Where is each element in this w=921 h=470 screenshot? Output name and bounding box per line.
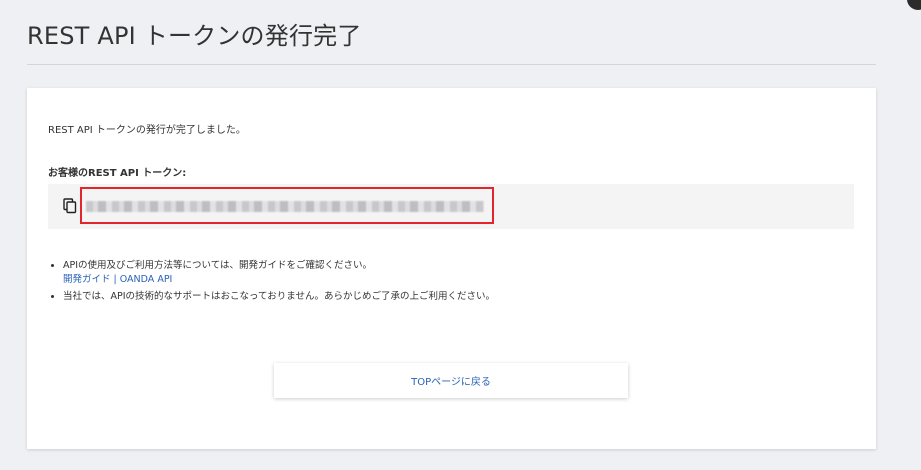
- token-value[interactable]: xxxx-xxxxxxxx-xxxxxxxxxxxxxxxx-xxxxxxxxx…: [86, 201, 484, 212]
- notes-list: APIの使用及びご利用方法等については、開発ガイドをご確認ください。 開発ガイド…: [48, 259, 843, 307]
- note-text-usage: APIの使用及びご利用方法等については、開発ガイドをご確認ください。: [63, 260, 373, 271]
- token-heading: お客様のREST API トークン:: [48, 168, 187, 179]
- corner-avatar: [907, 0, 921, 10]
- completion-message: REST API トークンの発行が完了しました。: [48, 125, 246, 136]
- title-divider: [27, 64, 876, 65]
- page-title: REST API トークンの発行完了: [27, 22, 362, 50]
- note-text-support: 当社では、APIの技術的なサポートはおこなっておりません。あらかじめご了承の上ご…: [63, 291, 495, 302]
- token-box: xxxx-xxxxxxxx-xxxxxxxxxxxxxxxx-xxxxxxxxx…: [48, 184, 854, 229]
- list-item: 当社では、APIの技術的なサポートはおこなっておりません。あらかじめご了承の上ご…: [63, 290, 843, 304]
- result-card: REST API トークンの発行が完了しました。 お客様のREST API トー…: [27, 88, 876, 449]
- list-item: APIの使用及びご利用方法等については、開発ガイドをご確認ください。 開発ガイド…: [63, 259, 843, 287]
- dev-guide-link[interactable]: 開発ガイド | OANDA API: [63, 274, 172, 285]
- copy-icon[interactable]: [63, 198, 77, 214]
- token-highlight-frame: xxxx-xxxxxxxx-xxxxxxxxxxxxxxxx-xxxxxxxxx…: [80, 187, 494, 224]
- back-to-top-button[interactable]: TOPページに戻る: [274, 363, 628, 398]
